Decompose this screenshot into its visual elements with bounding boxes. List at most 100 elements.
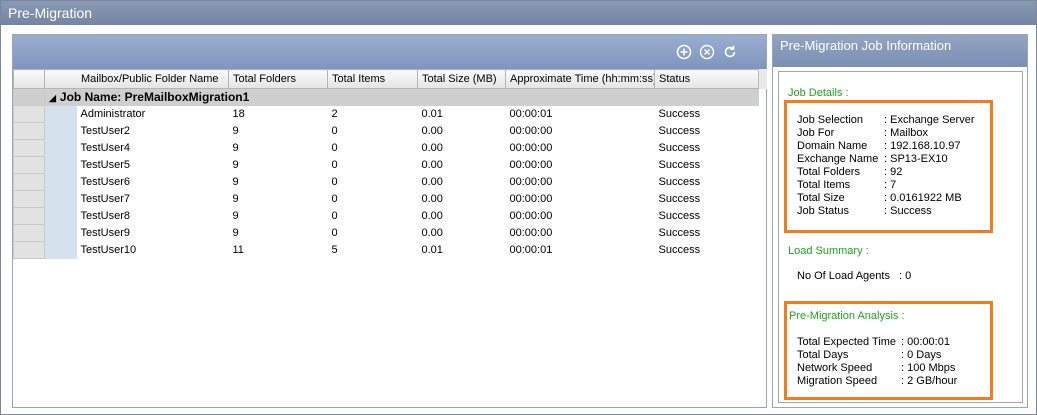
cell-approx-time[interactable]: 00:00:00 <box>506 208 655 225</box>
cell-total-items[interactable]: 0 <box>328 225 418 242</box>
group-row[interactable]: ◢ Job Name: PreMailboxMigration1 <box>13 88 759 106</box>
cell-total-items[interactable]: 0 <box>328 140 418 157</box>
row-selector[interactable] <box>13 105 45 123</box>
cell-name[interactable]: Administrator <box>77 106 229 123</box>
cell-total-items[interactable]: 0 <box>328 191 418 208</box>
cell-approx-time[interactable]: 00:00:01 <box>506 106 655 123</box>
cancel-circle-icon[interactable] <box>699 44 715 60</box>
cell-total-folders[interactable]: 9 <box>229 225 328 242</box>
table-row[interactable]: TestUser10 11 5 0.01 00:00:01 Success <box>13 241 759 259</box>
table-row[interactable]: TestUser5 9 0 0.00 00:00:00 Success <box>13 156 759 174</box>
cell-total-folders[interactable]: 11 <box>229 242 328 259</box>
row-indent <box>44 122 77 140</box>
add-circle-icon[interactable] <box>676 44 692 60</box>
table-row[interactable]: TestUser6 9 0 0.00 00:00:00 Success <box>13 173 759 191</box>
cell-total-items[interactable]: 2 <box>328 106 418 123</box>
cell-approx-time[interactable]: 00:00:00 <box>506 157 655 174</box>
table-row[interactable]: Administrator 18 2 0.01 00:00:01 Success <box>13 105 759 123</box>
cell-status[interactable]: Success <box>655 208 759 225</box>
cell-approx-time[interactable]: 00:00:00 <box>506 123 655 140</box>
cell-total-folders[interactable]: 18 <box>229 106 328 123</box>
table-row[interactable]: TestUser9 9 0 0.00 00:00:00 Success <box>13 224 759 242</box>
cell-name[interactable]: TestUser7 <box>77 191 229 208</box>
cell-total-size[interactable]: 0.01 <box>418 106 506 123</box>
cell-approx-time[interactable]: 00:00:00 <box>506 191 655 208</box>
cell-status[interactable]: Success <box>655 157 759 174</box>
col-header-approx-time[interactable]: Approximate Time (hh:mm:ss) <box>505 69 655 89</box>
row-selector[interactable] <box>13 139 45 157</box>
job-info-content: Job Details : Job Selection: Exchange Se… <box>778 71 1023 403</box>
row-selector[interactable] <box>13 241 45 259</box>
cell-status[interactable]: Success <box>655 123 759 140</box>
cell-name[interactable]: TestUser10 <box>77 242 229 259</box>
row-selector[interactable] <box>13 88 45 106</box>
table-row[interactable]: TestUser7 9 0 0.00 00:00:00 Success <box>13 190 759 208</box>
cell-status[interactable]: Success <box>655 106 759 123</box>
cell-approx-time[interactable]: 00:00:00 <box>506 225 655 242</box>
collapse-triangle-icon[interactable]: ◢ <box>49 93 56 103</box>
cell-approx-time[interactable]: 00:00:00 <box>506 140 655 157</box>
table-row[interactable]: TestUser4 9 0 0.00 00:00:00 Success <box>13 139 759 157</box>
info-value: : 92 <box>884 166 903 178</box>
info-value: : 192.168.10.97 <box>884 140 961 152</box>
col-header-status[interactable]: Status <box>654 69 759 89</box>
row-selector[interactable] <box>13 156 45 174</box>
row-selector[interactable] <box>13 224 45 242</box>
cell-total-size[interactable]: 0.00 <box>418 208 506 225</box>
cell-total-folders[interactable]: 9 <box>229 191 328 208</box>
table-row[interactable]: TestUser2 9 0 0.00 00:00:00 Success <box>13 122 759 140</box>
cell-total-size[interactable]: 0.00 <box>418 225 506 242</box>
cell-total-size[interactable]: 0.00 <box>418 123 506 140</box>
row-selector[interactable] <box>13 190 45 208</box>
row-selector[interactable] <box>13 122 45 140</box>
select-all-corner[interactable] <box>13 69 45 89</box>
col-header-name[interactable]: Mailbox/Public Folder Name <box>44 69 229 89</box>
cell-total-folders[interactable]: 9 <box>229 123 328 140</box>
cell-name[interactable]: TestUser2 <box>77 123 229 140</box>
col-header-total-size[interactable]: Total Size (MB) <box>417 69 506 89</box>
cell-status[interactable]: Success <box>655 174 759 191</box>
info-value: : 0 Days <box>901 349 942 361</box>
row-selector[interactable] <box>13 173 45 191</box>
info-key: Total Folders <box>797 166 860 178</box>
cell-name[interactable]: TestUser5 <box>77 157 229 174</box>
cell-total-items[interactable]: 5 <box>328 242 418 259</box>
cell-total-size[interactable]: 0.00 <box>418 157 506 174</box>
cell-total-items[interactable]: 0 <box>328 208 418 225</box>
cell-total-size[interactable]: 0.00 <box>418 191 506 208</box>
row-indent <box>44 207 77 225</box>
cell-status[interactable]: Success <box>655 191 759 208</box>
grid-scroll-stub <box>758 69 767 89</box>
cell-name[interactable]: TestUser4 <box>77 140 229 157</box>
cell-total-items[interactable]: 0 <box>328 123 418 140</box>
cell-total-items[interactable]: 0 <box>328 174 418 191</box>
cell-name[interactable]: TestUser9 <box>77 225 229 242</box>
group-label[interactable]: ◢ Job Name: PreMailboxMigration1 <box>44 88 759 106</box>
cell-total-folders[interactable]: 9 <box>229 208 328 225</box>
cell-status[interactable]: Success <box>655 225 759 242</box>
col-header-total-items[interactable]: Total Items <box>327 69 418 89</box>
cell-total-size[interactable]: 0.00 <box>418 140 506 157</box>
cell-approx-time[interactable]: 00:00:00 <box>506 174 655 191</box>
cell-name[interactable]: TestUser6 <box>77 174 229 191</box>
info-value: : 0.0161922 MB <box>884 192 962 204</box>
cell-total-items[interactable]: 0 <box>328 157 418 174</box>
cell-status[interactable]: Success <box>655 242 759 259</box>
info-key: Total Size <box>797 192 845 204</box>
cell-total-size[interactable]: 0.00 <box>418 174 506 191</box>
pre-migration-window: Pre-Migration Mailbox/Public Folder Name <box>0 0 1037 415</box>
cell-status[interactable]: Success <box>655 140 759 157</box>
col-header-total-folders[interactable]: Total Folders <box>228 69 328 89</box>
cell-total-folders[interactable]: 9 <box>229 140 328 157</box>
cell-name[interactable]: TestUser8 <box>77 208 229 225</box>
cell-approx-time[interactable]: 00:00:01 <box>506 242 655 259</box>
cell-total-folders[interactable]: 9 <box>229 157 328 174</box>
info-key: Exchange Name <box>797 153 879 165</box>
refresh-icon[interactable] <box>722 44 738 60</box>
row-indent <box>44 224 77 242</box>
cell-total-size[interactable]: 0.01 <box>418 242 506 259</box>
info-value: : 100 Mbps <box>901 362 956 374</box>
row-selector[interactable] <box>13 207 45 225</box>
table-row[interactable]: TestUser8 9 0 0.00 00:00:00 Success <box>13 207 759 225</box>
cell-total-folders[interactable]: 9 <box>229 174 328 191</box>
